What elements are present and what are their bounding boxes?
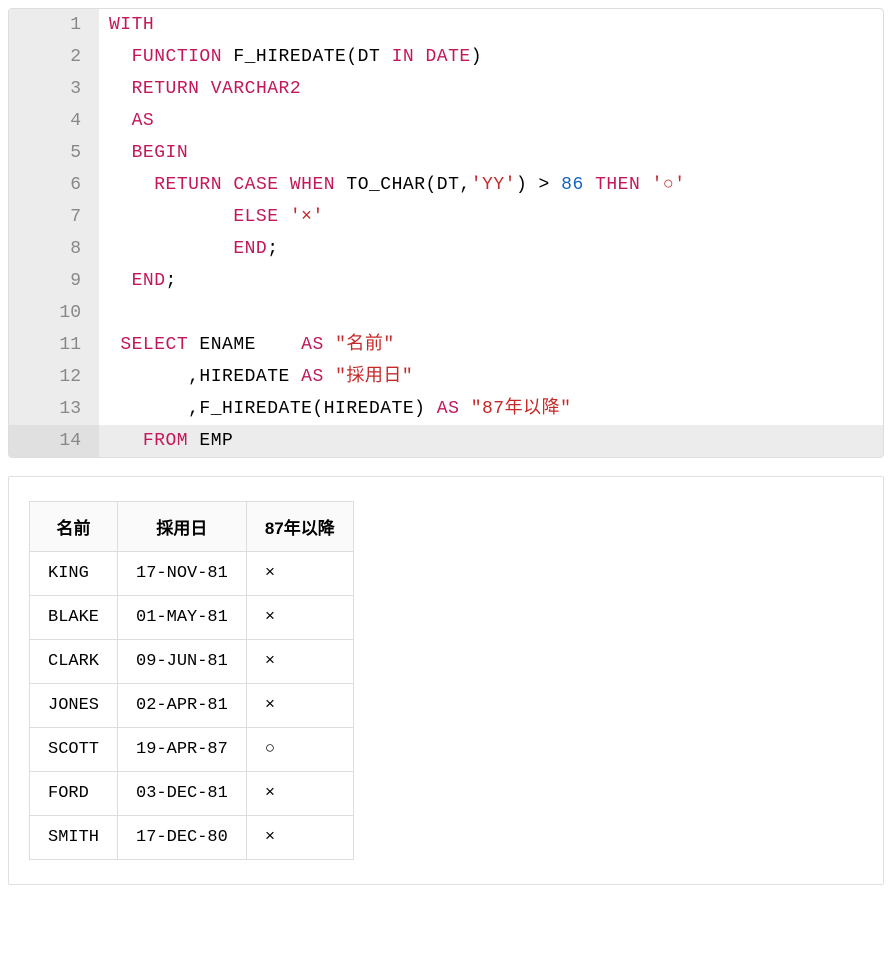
line-number: 3	[9, 73, 99, 105]
table-cell: JONES	[30, 684, 118, 728]
code-content[interactable]: RETURN CASE WHEN TO_CHAR(DT,'YY') > 86 T…	[99, 169, 686, 201]
table-cell: BLAKE	[30, 596, 118, 640]
table-cell: FORD	[30, 772, 118, 816]
code-content[interactable]: ,HIREDATE AS "採用日"	[99, 361, 413, 393]
results-panel: 名前採用日87年以降 KING17-NOV-81×BLAKE01-MAY-81×…	[8, 476, 884, 885]
code-content[interactable]	[99, 297, 109, 329]
code-line[interactable]: 9 END;	[9, 265, 883, 297]
code-line[interactable]: 5 BEGIN	[9, 137, 883, 169]
code-line[interactable]: 6 RETURN CASE WHEN TO_CHAR(DT,'YY') > 86…	[9, 169, 883, 201]
line-number: 8	[9, 233, 99, 265]
code-line[interactable]: 12 ,HIREDATE AS "採用日"	[9, 361, 883, 393]
code-line[interactable]: 10	[9, 297, 883, 329]
table-row[interactable]: KING17-NOV-81×	[30, 552, 354, 596]
line-number: 1	[9, 9, 99, 41]
code-line[interactable]: 2 FUNCTION F_HIREDATE(DT IN DATE)	[9, 41, 883, 73]
column-header[interactable]: 採用日	[118, 502, 247, 552]
code-content[interactable]: WITH	[99, 9, 154, 41]
code-line[interactable]: 14 FROM EMP	[9, 425, 883, 457]
table-cell: 03-DEC-81	[118, 772, 247, 816]
line-number: 7	[9, 201, 99, 233]
table-cell: 19-APR-87	[118, 728, 247, 772]
code-content[interactable]: END;	[99, 265, 177, 297]
line-number: 14	[9, 425, 99, 457]
table-cell: ×	[246, 596, 353, 640]
table-cell: KING	[30, 552, 118, 596]
table-cell: 02-APR-81	[118, 684, 247, 728]
code-line[interactable]: 3 RETURN VARCHAR2	[9, 73, 883, 105]
table-cell: ×	[246, 816, 353, 860]
code-content[interactable]: END;	[99, 233, 279, 265]
line-number: 2	[9, 41, 99, 73]
code-content[interactable]: ELSE '×'	[99, 201, 324, 233]
table-cell: ×	[246, 552, 353, 596]
table-row[interactable]: SCOTT19-APR-87○	[30, 728, 354, 772]
table-header-row: 名前採用日87年以降	[30, 502, 354, 552]
table-cell: ○	[246, 728, 353, 772]
results-table: 名前採用日87年以降 KING17-NOV-81×BLAKE01-MAY-81×…	[29, 501, 354, 860]
table-body: KING17-NOV-81×BLAKE01-MAY-81×CLARK09-JUN…	[30, 552, 354, 860]
code-line[interactable]: 4 AS	[9, 105, 883, 137]
code-content[interactable]: AS	[99, 105, 154, 137]
line-number: 6	[9, 169, 99, 201]
code-line[interactable]: 7 ELSE '×'	[9, 201, 883, 233]
code-content[interactable]: ,F_HIREDATE(HIREDATE) AS "87年以降"	[99, 393, 571, 425]
line-number: 12	[9, 361, 99, 393]
code-line[interactable]: 8 END;	[9, 233, 883, 265]
column-header[interactable]: 87年以降	[246, 502, 353, 552]
line-number: 4	[9, 105, 99, 137]
table-cell: 01-MAY-81	[118, 596, 247, 640]
line-number: 13	[9, 393, 99, 425]
table-cell: 09-JUN-81	[118, 640, 247, 684]
column-header[interactable]: 名前	[30, 502, 118, 552]
line-number: 5	[9, 137, 99, 169]
code-line[interactable]: 1WITH	[9, 9, 883, 41]
table-cell: 17-DEC-80	[118, 816, 247, 860]
code-editor[interactable]: 1WITH2 FUNCTION F_HIREDATE(DT IN DATE)3 …	[8, 8, 884, 458]
code-content[interactable]: FUNCTION F_HIREDATE(DT IN DATE)	[99, 41, 482, 73]
table-row[interactable]: FORD03-DEC-81×	[30, 772, 354, 816]
code-content[interactable]: RETURN VARCHAR2	[99, 73, 301, 105]
code-line[interactable]: 11 SELECT ENAME AS "名前"	[9, 329, 883, 361]
code-content[interactable]: SELECT ENAME AS "名前"	[99, 329, 395, 361]
line-number: 9	[9, 265, 99, 297]
table-row[interactable]: JONES02-APR-81×	[30, 684, 354, 728]
table-cell: ×	[246, 684, 353, 728]
table-cell: 17-NOV-81	[118, 552, 247, 596]
table-row[interactable]: BLAKE01-MAY-81×	[30, 596, 354, 640]
table-cell: ×	[246, 772, 353, 816]
table-cell: SMITH	[30, 816, 118, 860]
table-cell: ×	[246, 640, 353, 684]
code-line[interactable]: 13 ,F_HIREDATE(HIREDATE) AS "87年以降"	[9, 393, 883, 425]
code-content[interactable]: BEGIN	[99, 137, 188, 169]
table-row[interactable]: SMITH17-DEC-80×	[30, 816, 354, 860]
table-row[interactable]: CLARK09-JUN-81×	[30, 640, 354, 684]
line-number: 11	[9, 329, 99, 361]
table-cell: SCOTT	[30, 728, 118, 772]
table-cell: CLARK	[30, 640, 118, 684]
code-content[interactable]: FROM EMP	[99, 425, 233, 457]
line-number: 10	[9, 297, 99, 329]
